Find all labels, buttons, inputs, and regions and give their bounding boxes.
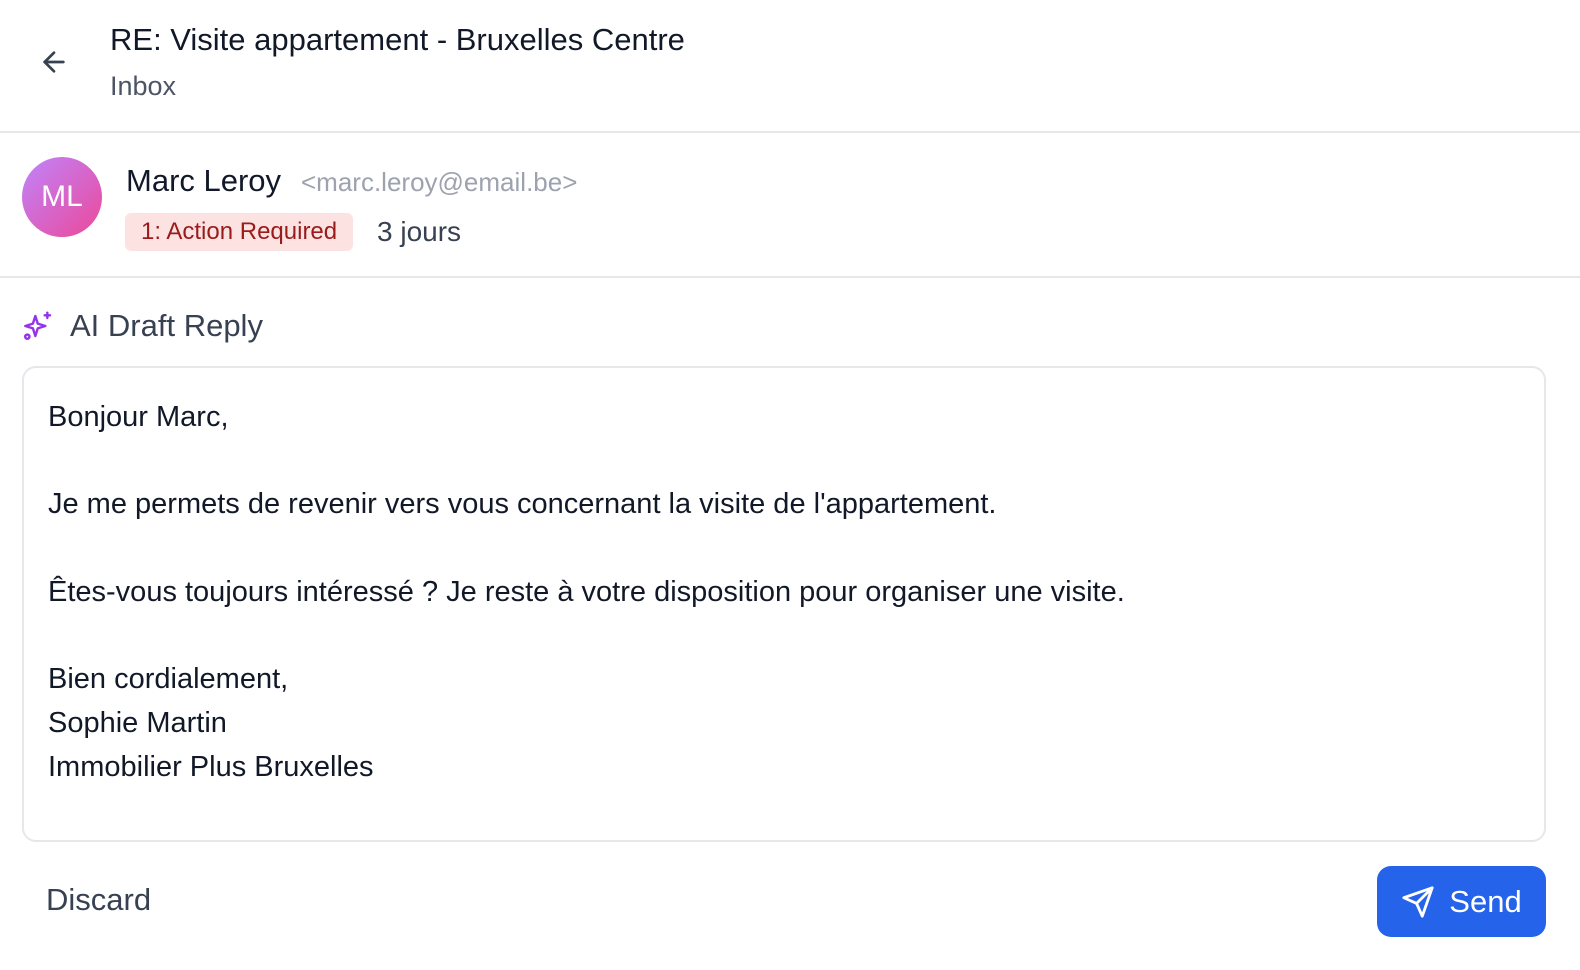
avatar: ML — [22, 157, 102, 237]
sender-section: ML Marc Leroy <marc.leroy@email.be> 1: A… — [0, 135, 1580, 278]
sparkles-icon — [24, 311, 52, 340]
send-button-label: Send — [1449, 883, 1522, 919]
draft-reply-editor[interactable]: Bonjour Marc, Je me permets de revenir v… — [22, 366, 1546, 842]
folder-label: Inbox — [110, 71, 177, 101]
send-button[interactable]: Send — [1377, 866, 1546, 937]
ai-draft-heading: AI Draft Reply — [22, 308, 263, 344]
arrow-left-icon — [43, 51, 65, 73]
paper-plane-icon — [1402, 885, 1434, 918]
sender-email: <marc.leroy@email.be> — [301, 167, 578, 197]
email-age: 3 jours — [377, 216, 462, 247]
discard-button[interactable]: Discard — [46, 882, 151, 918]
draft-reply-text[interactable]: Bonjour Marc, Je me permets de revenir v… — [48, 396, 1520, 789]
sender-name: Marc Leroy — [126, 163, 282, 198]
email-subject: RE: Visite appartement - Bruxelles Centr… — [110, 22, 685, 57]
ai-draft-label: AI Draft Reply — [70, 308, 263, 343]
email-header: RE: Visite appartement - Bruxelles Centr… — [0, 0, 1580, 133]
back-button[interactable] — [32, 42, 76, 82]
status-badge: 1: Action Required — [125, 213, 354, 251]
